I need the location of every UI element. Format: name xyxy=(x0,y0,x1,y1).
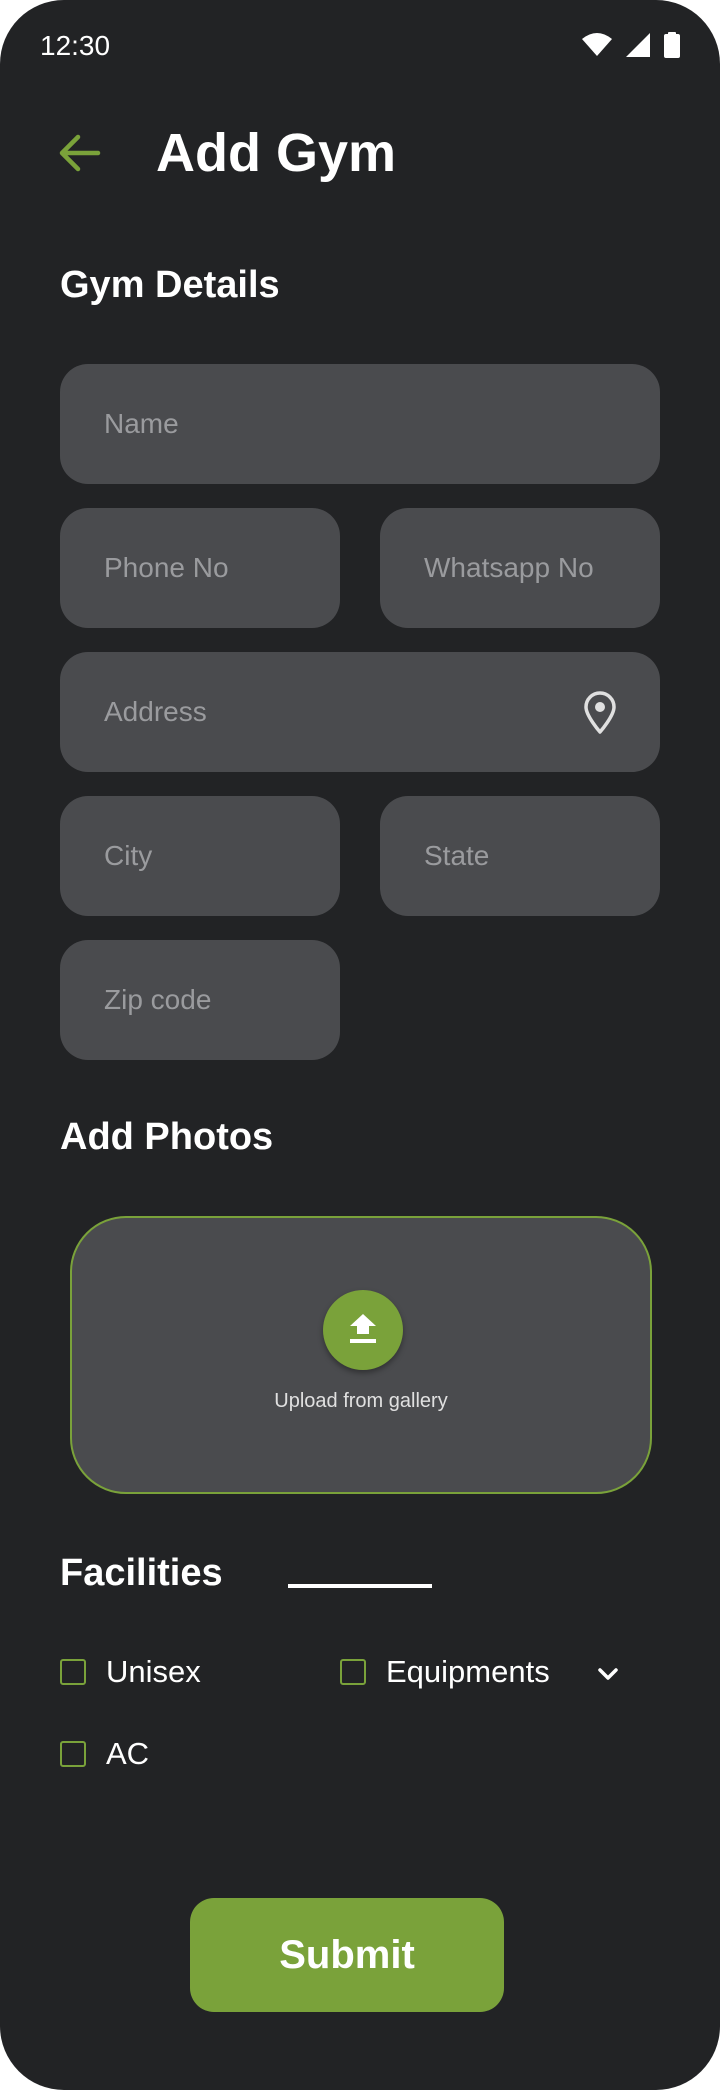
facility-ac[interactable]: AC xyxy=(60,1736,149,1772)
add-photos-heading: Add Photos xyxy=(60,1116,274,1158)
address-input[interactable] xyxy=(102,695,553,729)
equipments-checkbox[interactable] xyxy=(340,1659,366,1685)
cellular-signal-icon xyxy=(626,33,650,57)
phone-input[interactable] xyxy=(102,551,340,585)
name-field[interactable] xyxy=(60,364,660,484)
city-field[interactable] xyxy=(60,796,340,916)
city-input[interactable] xyxy=(102,839,340,873)
photo-upload-area[interactable]: Upload from gallery xyxy=(70,1216,652,1494)
address-field[interactable] xyxy=(60,652,660,772)
phone-field[interactable] xyxy=(60,508,340,628)
upload-label: Upload from gallery xyxy=(274,1390,448,1412)
app-screen: 12:30 Add Gym Gym Details Name Phone No … xyxy=(0,0,720,2090)
ac-label: AC xyxy=(106,1736,150,1771)
submit-button[interactable]: Submit xyxy=(190,1898,504,2012)
state-input[interactable] xyxy=(422,839,660,873)
state-field[interactable] xyxy=(380,796,660,916)
facilities-divider xyxy=(288,1584,432,1588)
zip-input[interactable] xyxy=(102,983,340,1017)
battery-icon xyxy=(664,32,680,58)
location-pin-icon[interactable] xyxy=(582,690,618,734)
facility-unisex[interactable]: Unisex xyxy=(60,1654,201,1690)
whatsapp-input[interactable] xyxy=(422,551,660,585)
zip-field[interactable] xyxy=(60,940,340,1060)
status-bar: 12:30 xyxy=(0,0,720,96)
status-time: 12:30 xyxy=(40,30,111,61)
unisex-checkbox[interactable] xyxy=(60,1659,86,1685)
equipments-label: Equipments xyxy=(386,1654,550,1689)
facilities-heading: Facilities xyxy=(60,1552,223,1594)
gym-details-heading: Gym Details xyxy=(60,264,280,306)
upload-icon xyxy=(350,1314,376,1343)
page-title: Add Gym xyxy=(156,123,397,183)
status-icons xyxy=(582,32,680,58)
chevron-down-icon[interactable] xyxy=(594,1660,622,1688)
wifi-icon xyxy=(582,33,612,56)
facility-equipments[interactable]: Equipments xyxy=(340,1654,550,1690)
back-arrow-icon[interactable] xyxy=(54,128,104,178)
app-bar: Add Gym xyxy=(0,110,720,194)
unisex-label: Unisex xyxy=(106,1654,201,1689)
name-input[interactable] xyxy=(102,407,660,441)
upload-button[interactable] xyxy=(323,1290,403,1370)
whatsapp-field[interactable] xyxy=(380,508,660,628)
ac-checkbox[interactable] xyxy=(60,1741,86,1767)
